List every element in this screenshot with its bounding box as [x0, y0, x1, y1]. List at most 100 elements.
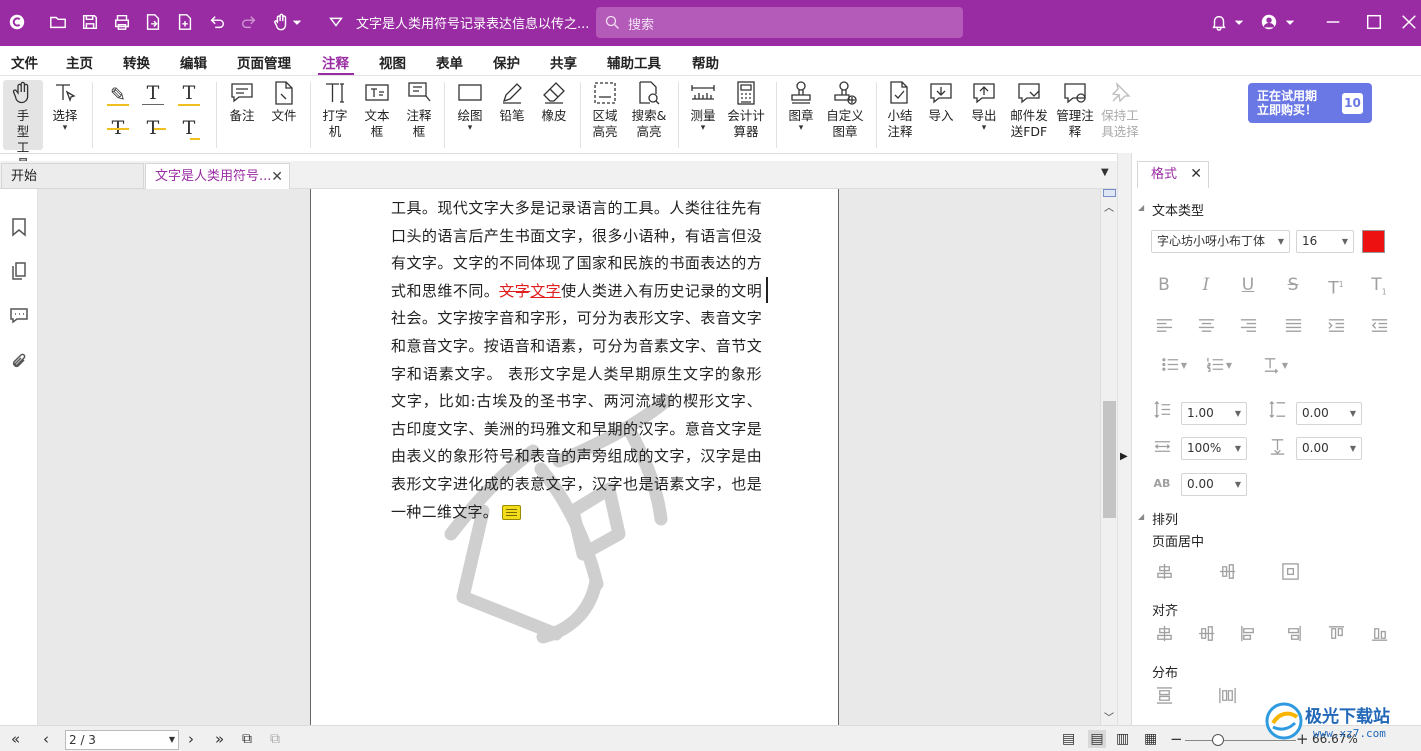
single-page-view-icon[interactable]: ▤ [1062, 730, 1075, 748]
replace-text-icon[interactable]: T [140, 117, 166, 141]
text-type-header[interactable]: ◢ 文本类型 [1138, 200, 1204, 219]
export-button[interactable]: 导出 ▾ [969, 80, 999, 133]
italic-icon[interactable]: I [1195, 274, 1217, 296]
file-attach-button[interactable]: 文件 [269, 80, 299, 124]
rotate-view-icon[interactable]: ⧉ [242, 730, 252, 748]
chevron-down-icon[interactable] [1283, 11, 1297, 33]
facing-view-icon[interactable]: ▥ [1116, 730, 1129, 748]
maximize-icon[interactable] [1363, 11, 1385, 33]
align-objects-left-icon[interactable] [1237, 624, 1259, 646]
right-panel-splitter[interactable]: ▶ [1117, 153, 1131, 725]
keep-tool-selected-button[interactable]: 保持工具选择 [1098, 80, 1142, 140]
select-button[interactable]: 选择 ▾ [51, 80, 79, 133]
align-objects-top-icon[interactable] [1325, 624, 1347, 646]
align-objects-right-icon[interactable] [1282, 624, 1304, 646]
drawing-button[interactable]: 绘图 ▾ [455, 80, 485, 133]
numbered-list-icon[interactable]: ▼ [1198, 355, 1232, 377]
hand-tool-button[interactable]: 手型工具 [3, 80, 43, 171]
justify-icon[interactable] [1282, 316, 1304, 338]
arrange-header[interactable]: ◢ 排列 [1138, 509, 1178, 528]
character-spacing-dropdown[interactable]: 0.00 ▼ [1181, 473, 1247, 496]
search-box[interactable]: 搜索 [596, 7, 963, 38]
tabs-dropdown-icon[interactable]: ▼ [1101, 167, 1109, 178]
first-page-icon[interactable]: « [11, 730, 20, 748]
bell-icon[interactable] [1208, 11, 1230, 33]
typewriter-button[interactable]: 打字机 [321, 80, 349, 140]
menu-protect[interactable]: 保护 [493, 52, 520, 72]
menu-help[interactable]: 帮助 [692, 52, 719, 72]
text-color-swatch[interactable] [1362, 230, 1385, 253]
baseline-offset-dropdown[interactable]: 0.00 ▼ [1296, 437, 1362, 460]
menu-view[interactable]: 视图 [379, 52, 406, 72]
scroll-up-icon[interactable]: ︿ [1104, 199, 1114, 214]
center-both-icon[interactable] [1279, 562, 1301, 584]
horizontal-scale-icon[interactable] [1151, 437, 1173, 459]
measure-button[interactable]: 测量 ▾ [688, 80, 718, 133]
underline-text-icon[interactable]: T [176, 82, 202, 106]
superscript-icon[interactable]: T1 [1325, 274, 1347, 299]
zoom-out-icon[interactable]: − [1170, 730, 1183, 748]
menu-convert[interactable]: 转换 [123, 52, 150, 72]
sticky-note-icon[interactable] [502, 505, 522, 521]
subscript-icon[interactable]: T1 [1368, 274, 1390, 296]
tab-start[interactable]: 开始 [1, 163, 144, 189]
strikethrough-text-icon[interactable]: T [105, 117, 131, 141]
align-objects-bottom-icon[interactable] [1368, 624, 1390, 646]
vertical-scrollbar[interactable]: ︿ ﹀ [1100, 189, 1117, 725]
bookmark-icon[interactable] [9, 217, 29, 239]
user-avatar-icon[interactable] [1258, 11, 1280, 33]
note-button[interactable]: 备注 [227, 80, 257, 124]
align-objects-middle-icon[interactable] [1195, 624, 1217, 646]
eraser-button[interactable]: 橡皮 [539, 80, 569, 124]
menu-share[interactable]: 共享 [550, 52, 577, 72]
trial-purchase-banner[interactable]: 正在试用期 立即购买！ 10 [1248, 83, 1372, 123]
email-fdf-button[interactable]: 邮件发送FDF [1008, 80, 1050, 140]
search-highlight-button[interactable]: 搜索&高亮 [629, 80, 669, 140]
previous-page-icon[interactable]: ‹ [43, 730, 49, 748]
close-icon[interactable] [1398, 11, 1420, 33]
menu-page-manage[interactable]: 页面管理 [237, 52, 291, 72]
distribute-vertical-icon[interactable] [1153, 686, 1175, 708]
pdf-page[interactable]: 工具。现代文字大多是记录语言的工具。人类往往先有口头的语言后产生书面文字，很多小… [310, 189, 839, 725]
page-number-field[interactable]: 2 / 3 ▼ [65, 730, 179, 750]
line-spacing-dropdown[interactable]: 1.00 ▼ [1181, 402, 1247, 425]
export-doc-icon[interactable] [142, 11, 164, 33]
undo-icon[interactable] [206, 11, 228, 33]
comments-icon[interactable] [9, 305, 29, 327]
line-spacing-icon[interactable] [1151, 400, 1173, 422]
strikethrough-icon[interactable]: S [1282, 274, 1304, 296]
manage-comments-button[interactable]: 管理注释 [1056, 80, 1094, 140]
underline-icon[interactable]: U [1237, 274, 1259, 296]
calculator-button[interactable]: 会计计算器 [726, 80, 766, 140]
menu-form[interactable]: 表单 [436, 52, 463, 72]
center-vertical-icon[interactable] [1216, 562, 1238, 584]
close-panel-icon[interactable]: ✕ [1190, 162, 1202, 187]
menu-edit[interactable]: 编辑 [180, 52, 207, 72]
textbox-button[interactable]: 文本框 [363, 80, 391, 140]
menu-home[interactable]: 主页 [66, 52, 93, 72]
minimize-icon[interactable] [1322, 11, 1344, 33]
next-page-icon[interactable]: › [188, 730, 194, 748]
chevron-down-icon[interactable] [1232, 11, 1246, 33]
continuous-facing-view-icon[interactable]: ▦ [1144, 730, 1157, 748]
import-button[interactable]: 导入 [926, 80, 956, 124]
new-doc-icon[interactable] [174, 11, 196, 33]
chevron-down-icon[interactable] [290, 11, 304, 33]
align-objects-center-icon[interactable] [1153, 624, 1175, 646]
customize-quick-access-icon[interactable] [325, 11, 347, 33]
menu-accessibility[interactable]: 辅助工具 [607, 52, 661, 72]
attachment-icon[interactable] [9, 351, 29, 373]
squiggly-text-icon[interactable]: T [140, 82, 166, 106]
tab-document[interactable]: 文字是人类用符号... ✕ [145, 163, 290, 189]
font-family-dropdown[interactable]: 字心坊小呀小布丁体 ▼ [1151, 230, 1290, 253]
collapse-panel-icon[interactable]: ▶ [1120, 451, 1128, 462]
save-icon[interactable] [79, 11, 101, 33]
horizontal-scale-dropdown[interactable]: 100% ▼ [1181, 437, 1247, 460]
stamp-button[interactable]: 图章 ▾ [786, 80, 816, 133]
last-page-icon[interactable]: » [215, 730, 224, 748]
tab-format[interactable]: 格式 ✕ [1137, 161, 1209, 188]
align-center-icon[interactable] [1195, 316, 1217, 338]
pages-icon[interactable] [9, 261, 29, 283]
align-left-icon[interactable] [1153, 316, 1175, 338]
paragraph-spacing-dropdown[interactable]: 0.00 ▼ [1296, 402, 1362, 425]
